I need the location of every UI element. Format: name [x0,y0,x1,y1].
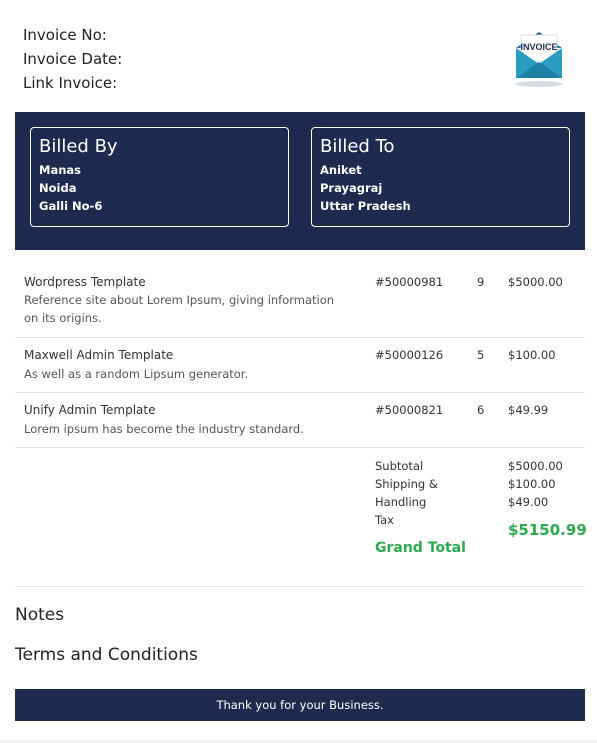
item-description: As well as a random Lipsum generator. [24,367,249,381]
item-name: Unify Admin Template [24,403,156,417]
invoice-date-label: Invoice Date: [23,50,123,68]
thank-you-footer: Thank you for your Business. [15,689,585,721]
shipping-label: Shipping & Handling [375,477,438,509]
table-row: Wordpress Template Reference site about … [15,262,585,338]
grand-total-label: Grand Total [375,540,466,556]
billing-band: Billed By Manas Noida Galli No-6 Billed … [15,112,585,250]
svg-text:INVOICE: INVOICE [520,42,557,52]
terms-heading: Terms and Conditions [15,645,198,665]
notes-heading: Notes [15,605,65,625]
grand-total-value: $5150.99 [508,521,587,539]
item-qty: 6 [477,403,485,417]
invoice-no-label: Invoice No: [23,26,107,44]
item-description: Lorem ipsum has become the industry stan… [24,422,304,436]
billed-by-title: Billed By [39,136,118,157]
shipping-value: $100.00 [508,477,556,491]
item-price: $5000.00 [508,275,563,289]
billed-by-address: Galli No-6 [39,199,103,213]
tax-label: Tax [375,513,394,527]
section-divider [15,586,585,587]
item-qty: 9 [477,275,485,289]
item-name: Wordpress Template [24,275,146,289]
totals-values: $5000.00 $100.00 $49.00 [508,457,563,511]
table-row: Maxwell Admin Template As well as a rand… [15,338,585,393]
item-price: $49.99 [508,403,549,417]
billed-to-title: Billed To [320,136,395,157]
billed-to-name: Aniket [320,163,362,177]
billed-to-card: Billed To Aniket Prayagraj Uttar Pradesh [311,127,570,227]
table-row: Unify Admin Template Lorem ipsum has bec… [15,393,585,448]
totals-labels: Subtotal Shipping & Handling Tax [375,457,455,529]
subtotal-value: $5000.00 [508,459,563,473]
billed-by-name: Manas [39,163,81,177]
link-invoice-label: Link Invoice: [23,74,118,92]
item-description: Reference site about Lorem Ipsum, giving… [24,293,335,325]
item-price: $100.00 [508,348,556,362]
invoice-meta: Invoice No: Invoice Date: Link Invoice: [23,23,122,95]
invoice-page: Invoice No: Invoice Date: Link Invoice: … [0,0,597,740]
subtotal-label: Subtotal [375,459,424,473]
item-id: #50000981 [375,275,444,289]
item-id: #50000126 [375,348,444,362]
item-id: #50000821 [375,403,444,417]
billed-by-city: Noida [39,181,77,195]
billed-to-state: Uttar Pradesh [320,199,411,213]
item-name: Maxwell Admin Template [24,348,174,362]
billed-to-city: Prayagraj [320,181,383,195]
item-qty: 5 [477,348,485,362]
invoice-envelope-icon: INVOICE [510,26,568,88]
tax-value: $49.00 [508,495,549,509]
billed-by-card: Billed By Manas Noida Galli No-6 [30,127,289,227]
